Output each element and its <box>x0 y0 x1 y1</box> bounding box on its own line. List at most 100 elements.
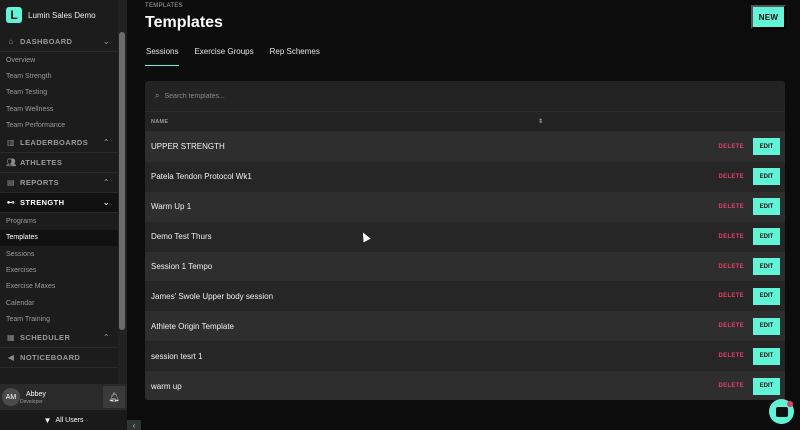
main-content: TEMPLATES Templates NEW Sessions Exercis… <box>127 0 800 430</box>
template-name: warm up <box>151 381 182 391</box>
template-name: Athlete Origin Template <box>151 321 235 331</box>
delete-button[interactable]: DELETE <box>719 174 744 180</box>
sidebar-section-noticeboard[interactable]: ◀ NOTICEBOARD <box>0 348 118 368</box>
sidebar-section-athletes[interactable]: 👥︎ ATHLETES <box>0 153 118 174</box>
delete-button[interactable]: DELETE <box>719 264 744 270</box>
users-icon: 👥︎ <box>6 158 17 168</box>
sidebar-section-label: SCHEDULER <box>20 332 71 342</box>
template-name: Patela Tendon Protocol Wk1 <box>151 172 252 182</box>
brand[interactable]: L Lumin Sales Demo <box>0 0 127 30</box>
edit-button[interactable]: EDIT <box>753 168 780 186</box>
sidebar-section-reports[interactable]: ▤ REPORTS ⌃ <box>0 173 118 194</box>
sidebar-section-label: NOTICEBOARD <box>20 352 81 362</box>
edit-button[interactable]: EDIT <box>753 287 780 305</box>
trophy-icon: ▥ <box>7 138 15 148</box>
breadcrumb: TEMPLATES <box>145 3 183 9</box>
sidebar-item-team-testing[interactable]: Team Testing <box>0 85 118 101</box>
template-name: Session 1 Tempo <box>151 262 213 271</box>
chart-icon: ▤ <box>7 178 15 188</box>
edit-button[interactable]: EDIT <box>753 138 780 156</box>
sidebar-nav: ⌂ DASHBOARD ⌄ Overview Team Strength Tea… <box>0 32 118 368</box>
tab-rep-schemes[interactable]: Rep Schemes <box>269 44 321 66</box>
sidebar-item-overview[interactable]: Overview <box>0 52 118 68</box>
table-row[interactable]: Demo Test Thurs DELETE EDIT <box>145 221 785 252</box>
chevron-down-icon: ⌄ <box>102 37 110 46</box>
megaphone-icon: ◀ <box>7 352 15 362</box>
sidebar-item-team-performance[interactable]: Team Performance <box>0 117 118 133</box>
chevron-up-icon: ⌃ <box>102 332 110 342</box>
search-bar: ⌕ <box>145 81 785 111</box>
table-row[interactable]: Warm Up 1 DELETE EDIT <box>145 191 785 222</box>
page-title: Templates <box>145 14 223 31</box>
search-icon: ⌕ <box>155 91 160 100</box>
edit-button[interactable]: EDIT <box>753 347 780 365</box>
delete-button[interactable]: DELETE <box>719 144 744 150</box>
calendar-icon: ▦ <box>7 332 15 342</box>
sidebar-section-label: STRENGTH <box>20 198 65 208</box>
table-row[interactable]: session tesrt 1 DELETE EDIT <box>145 341 785 372</box>
new-template-button[interactable]: NEW <box>751 5 786 29</box>
table-row[interactable]: Session 1 Tempo DELETE EDIT <box>145 251 785 282</box>
sidebar-item-team-wellness[interactable]: Team Wellness <box>0 101 118 117</box>
table-row[interactable]: James' Swole Upper body session DELETE EDI… <box>145 281 785 312</box>
template-name: Demo Test Thurs <box>151 232 212 242</box>
sidebar-section-label: ATHLETES <box>20 158 63 168</box>
template-name: UPPER STRENGTH <box>151 142 225 152</box>
sidebar-item-exercise-maxes[interactable]: Exercise Maxes <box>0 279 118 295</box>
sidebar: L Lumin Sales Demo ⌂ DASHBOARD ⌄ Overvie… <box>0 0 127 430</box>
delete-button[interactable]: DELETE <box>719 383 744 389</box>
search-input[interactable] <box>164 92 465 100</box>
chevron-up-icon: ⌃ <box>102 178 110 188</box>
sidebar-section-dashboard[interactable]: ⌂ DASHBOARD ⌄ <box>0 32 118 52</box>
all-users-label: All Users <box>55 416 84 424</box>
notification-dot <box>787 401 793 407</box>
user-bar[interactable]: AM Abbey Developer 🔔︎ <box>0 384 127 410</box>
home-icon: ⌂ <box>8 37 14 46</box>
chevron-up-icon: ⌃ <box>102 138 110 148</box>
sort-icon[interactable]: ⇕ <box>538 118 543 125</box>
sidebar-section-scheduler[interactable]: ▦ SCHEDULER ⌃ <box>0 328 118 348</box>
delete-button[interactable]: DELETE <box>719 353 744 359</box>
avatar[interactable]: AM <box>2 388 20 406</box>
sidebar-item-team-strength[interactable]: Team Strength <box>0 68 118 84</box>
user-name: Abbey <box>26 390 46 398</box>
table-row[interactable]: Athlete Origin Template DELETE EDIT <box>145 311 785 342</box>
chat-icon <box>775 406 788 417</box>
table-header: NAME ⇕ <box>145 111 785 132</box>
sidebar-section-label: LEADERBOARDS <box>20 138 89 148</box>
templates-table: ⌕ NAME ⇕ UPPER STRENGTHDELETEEDITPatela … <box>145 81 785 400</box>
tabs: Sessions Exercise Groups Rep Schemes <box>145 44 335 66</box>
table-row[interactable]: warm up DELETE EDIT <box>145 371 785 400</box>
table-body: UPPER STRENGTH DELETE EDIT Patela Tendon Pr… <box>145 132 785 400</box>
sidebar-item-exercises[interactable]: Exercises <box>0 262 118 278</box>
brand-name: Lumin Sales Demo <box>28 10 96 20</box>
edit-button[interactable]: EDIT <box>753 377 780 395</box>
delete-button[interactable]: DELETE <box>719 293 744 299</box>
filter-icon: ▼ <box>43 415 52 425</box>
edit-button[interactable]: EDIT <box>753 317 780 335</box>
column-header-name[interactable]: NAME <box>151 119 168 125</box>
user-info: Abbey Developer <box>20 390 46 405</box>
all-users-filter[interactable]: ▼ All Users <box>0 410 127 430</box>
sidebar-item-sessions[interactable]: Sessions <box>0 246 118 262</box>
sidebar-item-templates[interactable]: Templates <box>0 229 118 247</box>
sidebar-section-strength[interactable]: ⊷ STRENGTH ⌄ <box>0 193 118 214</box>
sidebar-section-leaderboards[interactable]: ▥ LEADERBOARDS ⌃ <box>0 133 118 154</box>
tab-sessions[interactable]: Sessions <box>145 44 180 66</box>
notifications-button[interactable]: 🔔︎ <box>103 386 125 408</box>
delete-button[interactable]: DELETE <box>719 323 744 329</box>
edit-button[interactable]: EDIT <box>753 198 780 216</box>
edit-button[interactable]: EDIT <box>753 228 780 246</box>
delete-button[interactable]: DELETE <box>719 234 744 240</box>
sidebar-item-calendar[interactable]: Calendar <box>0 295 118 311</box>
sidebar-section-label: DASHBOARD <box>20 37 73 46</box>
tab-exercise-groups[interactable]: Exercise Groups <box>193 44 254 66</box>
sidebar-scrollbar[interactable] <box>119 32 125 330</box>
sidebar-item-programs[interactable]: Programs <box>0 213 118 229</box>
sidebar-item-team-training[interactable]: Team Training <box>0 311 118 327</box>
table-row[interactable]: Patela Tendon Protocol Wk1 DELETE EDIT <box>145 161 785 192</box>
delete-button[interactable]: DELETE <box>719 204 744 210</box>
edit-button[interactable]: EDIT <box>753 258 780 275</box>
chevron-down-icon: ⌄ <box>102 198 110 208</box>
table-row[interactable]: UPPER STRENGTH DELETE EDIT <box>145 132 785 162</box>
